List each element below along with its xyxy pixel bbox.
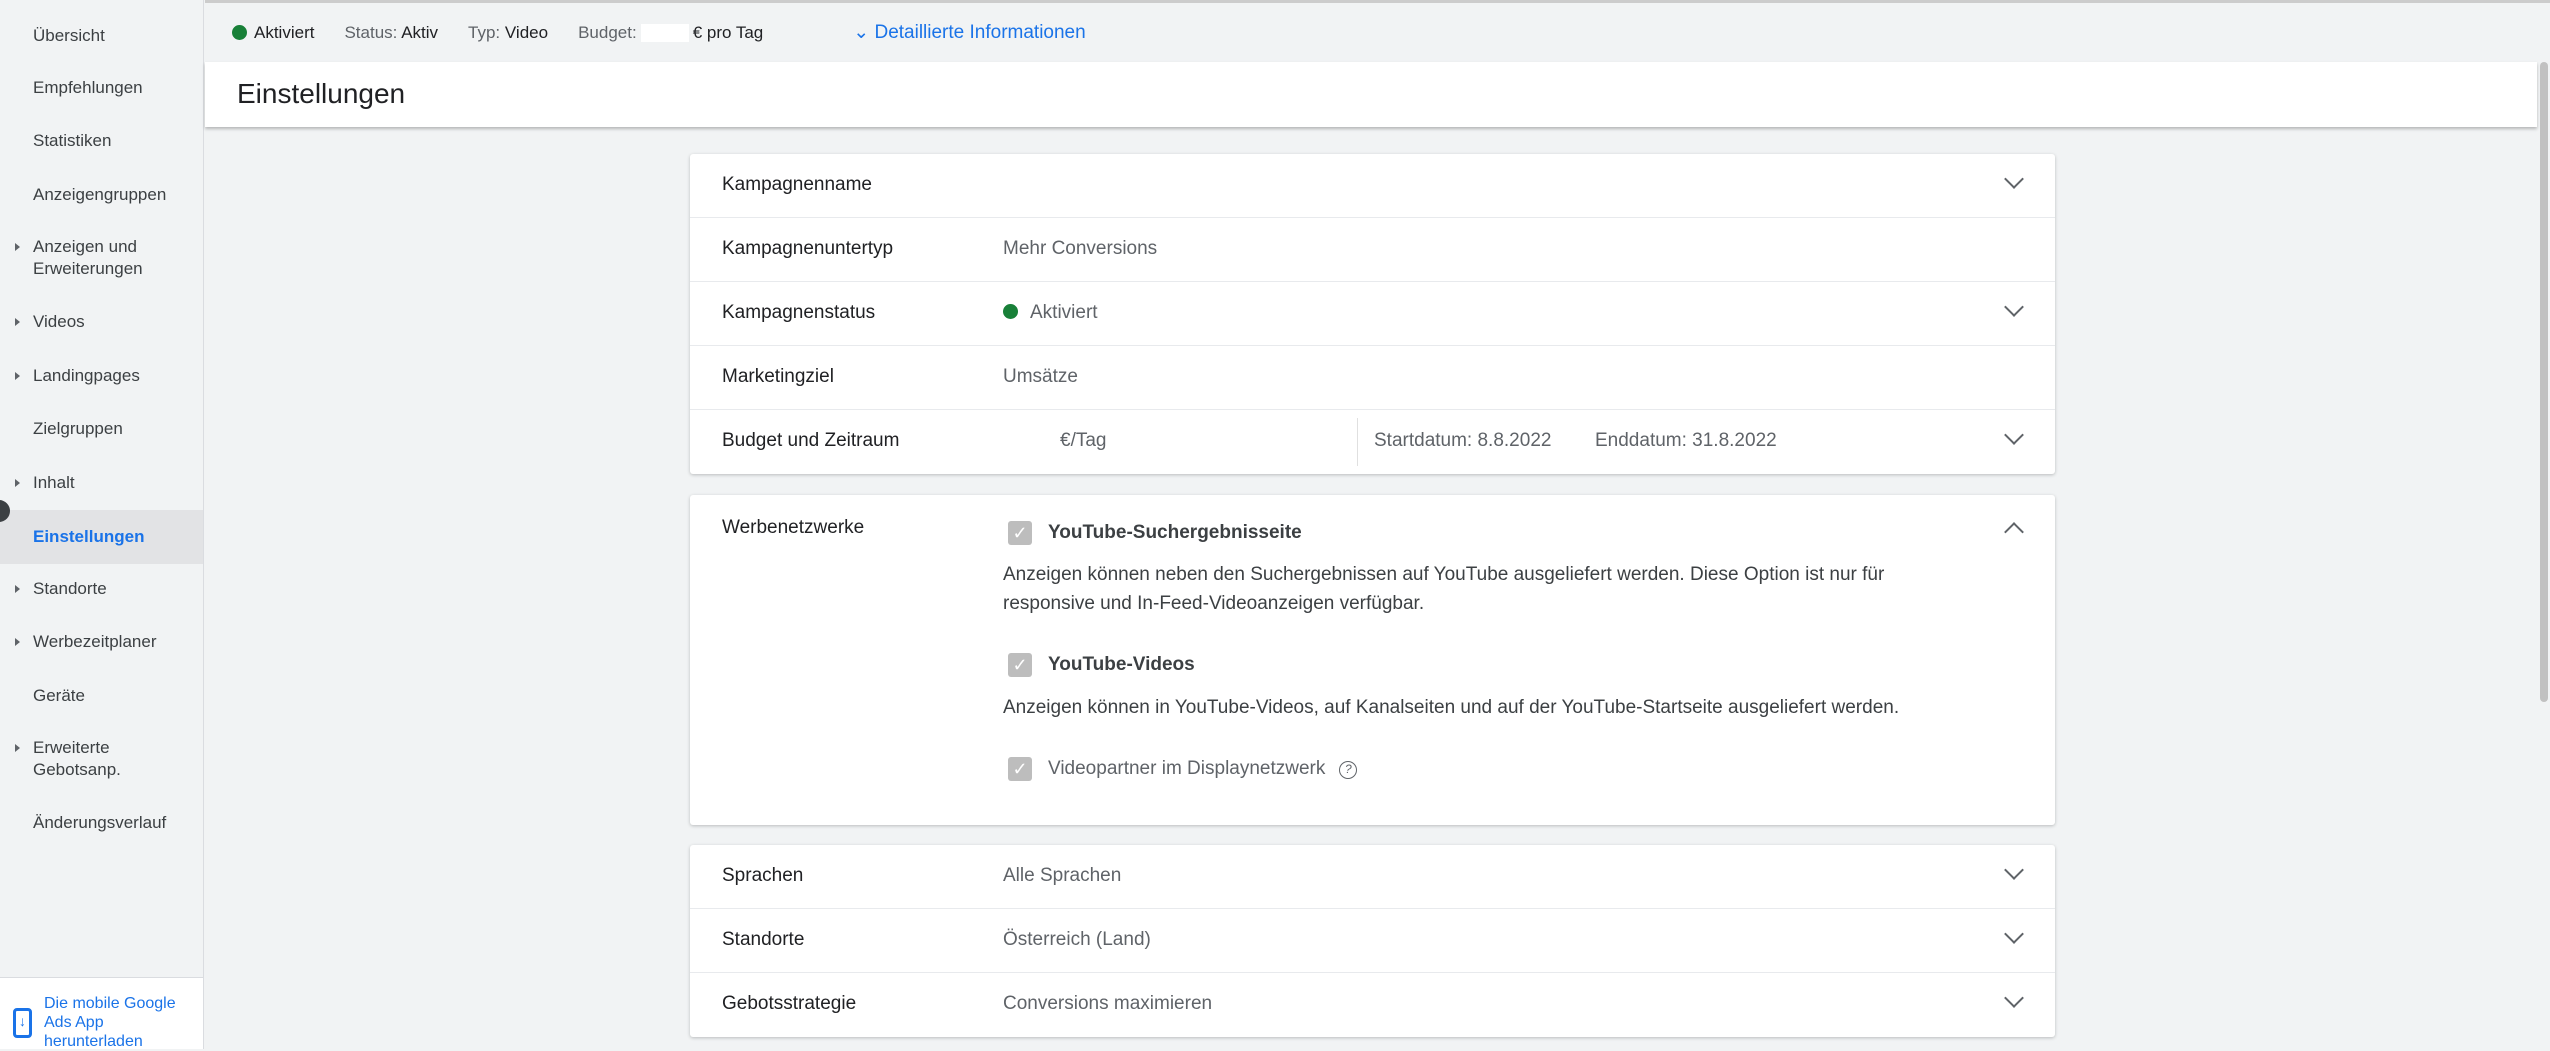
sidebar-item-13[interactable]: Erweiterte Gebotsanp. xyxy=(0,737,150,781)
help-icon[interactable]: ? xyxy=(1339,761,1358,779)
sidebar-item-label: Landingpages xyxy=(33,366,140,385)
youtube-search-checkbox[interactable]: ✓ xyxy=(1008,521,1032,545)
youtube-videos-label: YouTube-Videos xyxy=(1048,654,1195,675)
sidebar: Übersicht Empfehlungen Statistiken Anzeigen… xyxy=(0,0,204,1051)
networks-card: Werbenetzwerke ✓ YouTube-Suchergebnissei… xyxy=(690,495,2055,825)
detailed-info-toggle[interactable]: ⌄ Detaillierte Informationen xyxy=(853,21,1085,44)
chevron-down-icon[interactable] xyxy=(2004,297,2024,317)
chevron-down-icon[interactable] xyxy=(2004,860,2024,880)
sidebar-item-label: Geräte xyxy=(33,686,85,705)
sidebar-item-10[interactable]: Standorte xyxy=(0,578,203,600)
campaign-settings-card: Kampagnenname Kampagnenuntertyp Mehr Conv… xyxy=(690,154,2055,474)
chevron-down-icon[interactable] xyxy=(2004,169,2024,189)
video-partners-checkbox[interactable]: ✓ xyxy=(1008,757,1032,781)
chevron-up-icon[interactable] xyxy=(2004,522,2024,542)
sidebar-item-7[interactable]: Zielgruppen xyxy=(0,418,203,440)
sidebar-item-label: Empfehlungen xyxy=(33,78,143,97)
sidebar-item-3[interactable]: Anzeigengruppen xyxy=(0,184,203,206)
sidebar-item-label: Anzeigengruppen xyxy=(33,185,167,204)
expand-arrow-icon[interactable] xyxy=(15,744,20,752)
setting-status[interactable]: Kampagnenstatus Aktiviert xyxy=(690,282,2055,346)
youtube-videos-desc: Anzeigen können in YouTube-Videos, auf K… xyxy=(1003,697,1900,718)
sidebar-item-label: Inhalt xyxy=(33,473,75,492)
status-dot-icon xyxy=(1003,304,1018,319)
setting-budget[interactable]: Budget und Zeitraum €/Tag Startdatum: 8.8.… xyxy=(690,410,2055,474)
sidebar-item-label: Statistiken xyxy=(33,131,112,150)
chevron-down-icon[interactable] xyxy=(2004,988,2024,1008)
sidebar-item-6[interactable]: Landingpages xyxy=(0,365,203,387)
more-settings-card: Sprachen Alle Sprachen Standorte Österreic… xyxy=(690,845,2055,1037)
networks-label: Werbenetzwerke xyxy=(722,517,865,538)
page-title: Einstellungen xyxy=(205,62,2537,127)
video-partners-label: Videopartner im Displaynetzwerk xyxy=(1048,758,1326,779)
status-dot-icon xyxy=(232,25,247,40)
sidebar-item-5[interactable]: Videos xyxy=(0,311,203,333)
status-info: Status: Aktiv xyxy=(344,22,439,42)
sidebar-item-0[interactable]: Übersicht xyxy=(0,25,203,47)
sidebar-item-label: Werbezeitplaner xyxy=(33,632,157,651)
mobile-app-link[interactable]: ↓ Die mobile Google Ads App herunterlade… xyxy=(0,977,203,1051)
sidebar-item-8[interactable]: Inhalt xyxy=(0,472,203,494)
sidebar-item-9[interactable]: Einstellungen xyxy=(0,510,203,564)
expand-arrow-icon[interactable] xyxy=(15,479,20,487)
phone-download-icon: ↓ xyxy=(13,1008,32,1038)
setting-languages[interactable]: Sprachen Alle Sprachen xyxy=(690,845,2055,909)
sidebar-item-label: Änderungsverlauf xyxy=(33,813,167,832)
sidebar-item-1[interactable]: Empfehlungen xyxy=(0,77,203,99)
setting-subtype: Kampagnenuntertyp Mehr Conversions xyxy=(690,218,2055,282)
campaign-summary-bar: Aktiviert Status: Aktiv Typ: Video Budge… xyxy=(205,0,2550,62)
mobile-app-text[interactable]: Die mobile Google Ads App herunterladen xyxy=(44,994,194,1051)
youtube-videos-checkbox[interactable]: ✓ xyxy=(1008,653,1032,677)
sidebar-item-label: Zielgruppen xyxy=(33,419,123,438)
sidebar-item-label: Einstellungen xyxy=(33,527,145,546)
chevron-down-icon[interactable] xyxy=(2004,425,2024,445)
expand-arrow-icon[interactable] xyxy=(15,318,20,326)
setting-goal: Marketingziel Umsätze xyxy=(690,346,2055,410)
setting-locations[interactable]: Standorte Österreich (Land) xyxy=(690,909,2055,973)
page-scrollbar[interactable] xyxy=(2540,62,2548,702)
sidebar-item-label: Erweiterte Gebotsanp. xyxy=(33,738,121,779)
setting-bidding[interactable]: Gebotsstrategie Conversions maximieren xyxy=(690,973,2055,1037)
youtube-search-label: YouTube-Suchergebnisseite xyxy=(1048,522,1302,543)
sidebar-item-label: Videos xyxy=(33,312,85,331)
sidebar-item-11[interactable]: Werbezeitplaner xyxy=(0,631,203,653)
type-info: Typ: Video xyxy=(468,22,549,42)
sidebar-item-label: Anzeigen und Erweiterungen xyxy=(33,237,143,278)
sidebar-item-label: Übersicht xyxy=(33,26,105,45)
expand-arrow-icon[interactable] xyxy=(15,243,20,251)
sidebar-item-label: Standorte xyxy=(33,579,107,598)
setting-campaign-name[interactable]: Kampagnenname xyxy=(690,154,2055,218)
expand-arrow-icon[interactable] xyxy=(15,372,20,380)
chevron-down-icon[interactable] xyxy=(2004,924,2024,944)
youtube-search-desc: Anzeigen können neben den Suchergebnisse… xyxy=(1003,564,1885,614)
campaign-status: Aktiviert xyxy=(254,22,315,42)
sidebar-item-2[interactable]: Statistiken xyxy=(0,130,203,152)
sidebar-item-14[interactable]: Änderungsverlauf xyxy=(0,812,203,834)
expand-arrow-icon[interactable] xyxy=(15,585,20,593)
sidebar-item-12[interactable]: Geräte xyxy=(0,685,203,707)
expand-arrow-icon[interactable] xyxy=(15,638,20,646)
sidebar-item-4[interactable]: Anzeigen und Erweiterungen xyxy=(0,236,150,280)
budget-info[interactable]: Budget: € pro Tag xyxy=(578,23,763,43)
